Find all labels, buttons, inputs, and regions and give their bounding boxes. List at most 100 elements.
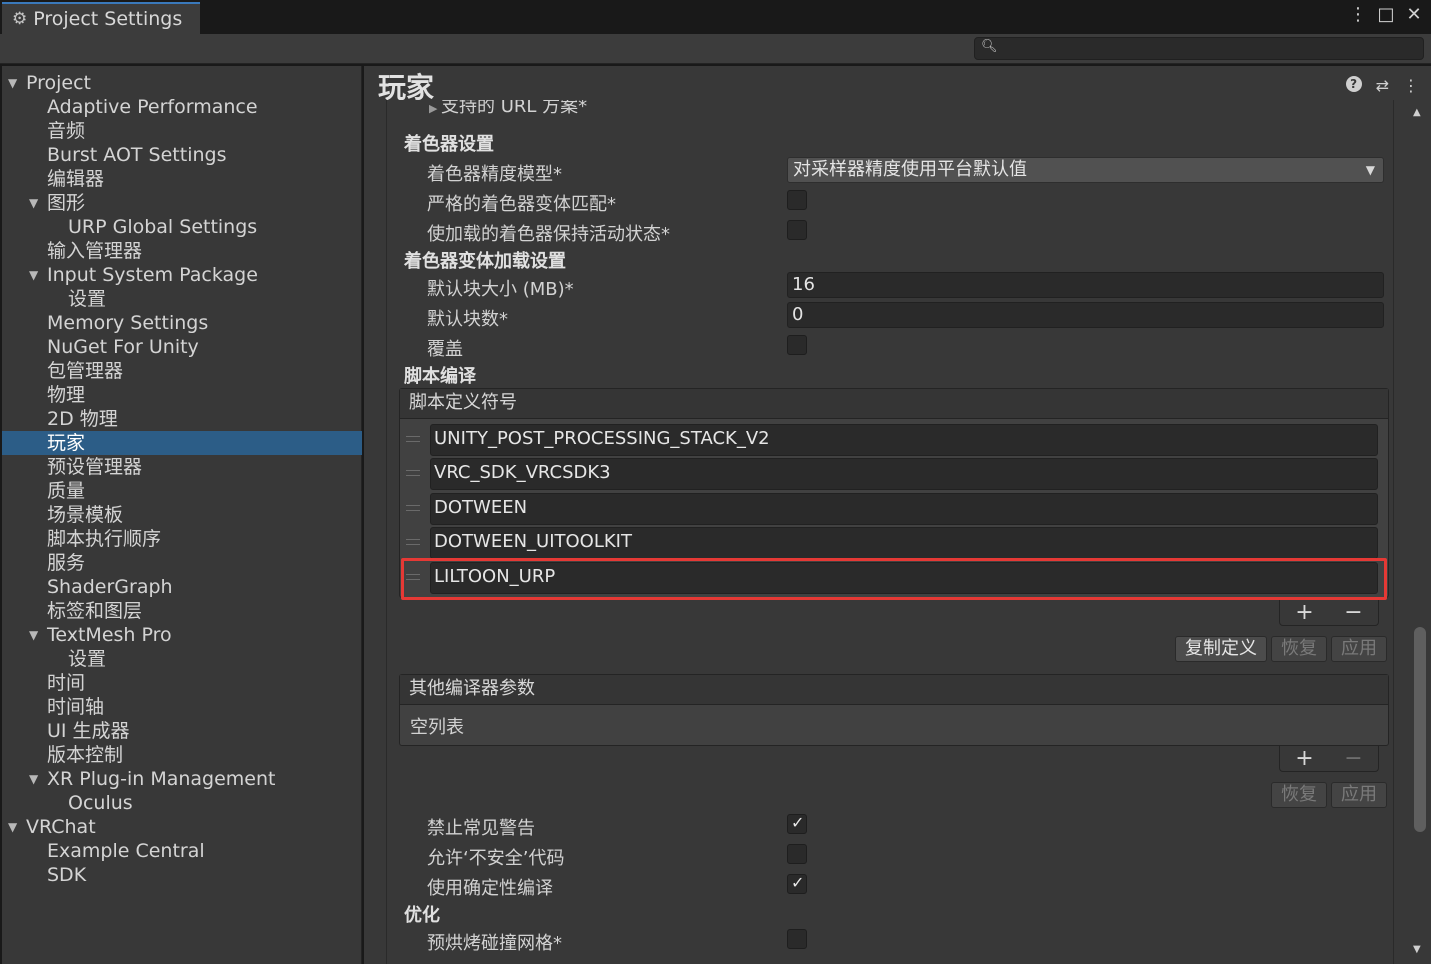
help-icon[interactable]: ? — [1345, 76, 1362, 92]
sidebar-item[interactable]: Adaptive Performance — [2, 95, 362, 119]
script-compilation-heading: 脚本编译 — [404, 366, 476, 387]
sidebar-item[interactable]: ▼ Project — [2, 71, 362, 95]
remove-icon[interactable]: − — [1344, 600, 1362, 625]
sidebar-item-label: 2D 物理 — [47, 408, 118, 430]
sidebar-item[interactable]: 时间 — [2, 671, 362, 695]
revert-button[interactable]: 恢复 — [1271, 782, 1327, 808]
expand-arrow-icon[interactable]: ▼ — [8, 71, 17, 95]
compiler-args-add-remove: + − — [1279, 746, 1379, 772]
suppress-warnings-checkbox[interactable] — [787, 813, 807, 834]
vertical-scrollbar[interactable]: ▲ ▼ — [1410, 104, 1428, 964]
override-checkbox[interactable] — [787, 335, 807, 355]
deterministic-label: 使用确定性编译 — [427, 878, 553, 899]
preset-settings-icon[interactable]: ⇄ — [1376, 76, 1389, 95]
sidebar-item[interactable]: 预设管理器 — [2, 455, 362, 479]
sidebar-item[interactable]: 场景模板 — [2, 503, 362, 527]
search-input[interactable]: 🔍︎ — [974, 37, 1424, 60]
prebake-checkbox[interactable] — [787, 929, 807, 949]
sidebar-item[interactable]: 脚本执行顺序 — [2, 527, 362, 551]
tab-project-settings[interactable]: ⚙ Project Settings — [2, 2, 200, 34]
drag-handle-icon[interactable] — [406, 505, 420, 511]
sidebar-item-label: Project — [26, 72, 92, 94]
define-symbol-field[interactable]: DOTWEEN — [430, 493, 1378, 525]
drag-handle-icon[interactable] — [406, 470, 420, 476]
settings-sidebar: ▼ Project Adaptive Performance 音频 Burst AOT … — [2, 66, 362, 964]
chunk-size-field[interactable]: 16 — [787, 272, 1384, 298]
sidebar-item[interactable]: Example Central — [2, 839, 362, 863]
keep-loaded-label: 使加载的着色器保持活动状态* — [427, 224, 670, 245]
sidebar-item[interactable]: 编辑器 — [2, 167, 362, 191]
drag-handle-icon[interactable] — [406, 539, 420, 545]
shader-precision-dropdown[interactable]: 对采样器精度使用平台默认值 ▼ — [787, 157, 1384, 183]
sidebar-item[interactable]: ▼ XR Plug-in Management — [2, 767, 362, 791]
revert-button[interactable]: 恢复 — [1271, 636, 1327, 662]
sidebar-item[interactable]: ShaderGraph — [2, 575, 362, 599]
toolbar: 🔍︎ — [0, 34, 1431, 64]
apply-button[interactable]: 应用 — [1331, 636, 1387, 662]
sidebar-item[interactable]: ▼ Input System Package — [2, 263, 362, 287]
sidebar-item[interactable]: Oculus — [2, 791, 362, 815]
sidebar-item[interactable]: 标签和图层 — [2, 599, 362, 623]
chunk-count-field[interactable]: 0 — [787, 302, 1384, 328]
sidebar-item[interactable]: ▼ TextMesh Pro — [2, 623, 362, 647]
window-menu-icon[interactable]: ⋮ — [1349, 4, 1367, 25]
close-icon[interactable]: ✕ — [1405, 4, 1423, 25]
sidebar-item[interactable]: Memory Settings — [2, 311, 362, 335]
sidebar-item[interactable]: 包管理器 — [2, 359, 362, 383]
sidebar-item[interactable]: 输入管理器 — [2, 239, 362, 263]
sidebar-item[interactable]: URP Global Settings — [2, 215, 362, 239]
expand-arrow-icon[interactable]: ▼ — [29, 263, 38, 287]
sidebar-item[interactable]: ▼ 图形 — [2, 191, 362, 215]
sidebar-item[interactable]: 音频 — [2, 119, 362, 143]
sidebar-item[interactable]: SDK — [2, 863, 362, 887]
scroll-up-icon[interactable]: ▲ — [1413, 107, 1421, 118]
chunk-count-label: 默认块数* — [427, 309, 508, 330]
sidebar-item[interactable]: UI 生成器 — [2, 719, 362, 743]
sidebar-item-label: 图形 — [47, 192, 86, 214]
sidebar-item[interactable]: 物理 — [2, 383, 362, 407]
apply-button[interactable]: 应用 — [1331, 782, 1387, 808]
more-options-icon[interactable]: ⋮ — [1403, 76, 1419, 95]
add-icon[interactable]: + — [1295, 600, 1313, 625]
maximize-icon[interactable]: □ — [1377, 4, 1395, 25]
expand-arrow-icon[interactable]: ▼ — [29, 767, 38, 791]
sidebar-item[interactable]: Burst AOT Settings — [2, 143, 362, 167]
sidebar-item[interactable]: 设置 — [2, 287, 362, 311]
strict-variant-checkbox[interactable] — [787, 190, 807, 210]
shader-settings-heading: 着色器设置 — [404, 134, 494, 155]
optimization-heading: 优化 — [404, 905, 440, 926]
sidebar-item[interactable]: NuGet For Unity — [2, 335, 362, 359]
header-icons: ? ⇄ ⋮ — [1345, 76, 1419, 95]
keep-loaded-checkbox[interactable] — [787, 220, 807, 240]
remove-icon[interactable]: − — [1344, 746, 1362, 771]
sidebar-item[interactable]: 服务 — [2, 551, 362, 575]
expand-arrow-icon[interactable]: ▼ — [29, 191, 38, 215]
expand-arrow-icon[interactable]: ▼ — [8, 815, 17, 839]
add-icon[interactable]: + — [1295, 746, 1313, 771]
drag-handle-icon[interactable] — [406, 436, 420, 442]
define-symbol-field[interactable]: DOTWEEN_UITOOLKIT — [430, 527, 1378, 559]
sidebar-item-label: Oculus — [68, 792, 133, 814]
expand-arrow-icon[interactable]: ▼ — [29, 623, 38, 647]
prebake-label: 预烘烤碰撞网格* — [427, 933, 562, 954]
copy-defines-button[interactable]: 复制定义 — [1175, 636, 1267, 662]
sidebar-item[interactable]: 质量 — [2, 479, 362, 503]
override-label: 覆盖 — [427, 339, 463, 360]
sidebar-item-label: 场景模板 — [47, 504, 124, 526]
define-symbol-field[interactable]: VRC_SDK_VRCSDK3 — [430, 458, 1378, 490]
scrollbar-thumb[interactable] — [1414, 627, 1426, 832]
sidebar-item[interactable]: ▼ VRChat — [2, 815, 362, 839]
sidebar-item-label: ShaderGraph — [47, 576, 173, 598]
chunk-size-label: 默认块大小 (MB)* — [427, 279, 574, 300]
deterministic-checkbox[interactable] — [787, 873, 807, 894]
supported-url-schemes-row[interactable]: ▶ 支持的 URL 方案* — [429, 100, 587, 118]
sidebar-item[interactable]: 玩家 — [2, 431, 362, 455]
scroll-down-icon[interactable]: ▼ — [1413, 944, 1421, 955]
sidebar-item[interactable]: 版本控制 — [2, 743, 362, 767]
sidebar-item[interactable]: 2D 物理 — [2, 407, 362, 431]
sidebar-item[interactable]: 设置 — [2, 647, 362, 671]
define-symbol-field[interactable]: UNITY_POST_PROCESSING_STACK_V2 — [430, 424, 1378, 456]
sidebar-item[interactable]: 时间轴 — [2, 695, 362, 719]
unsafe-code-checkbox[interactable] — [787, 844, 807, 864]
search-icon: 🔍︎ — [981, 39, 998, 54]
